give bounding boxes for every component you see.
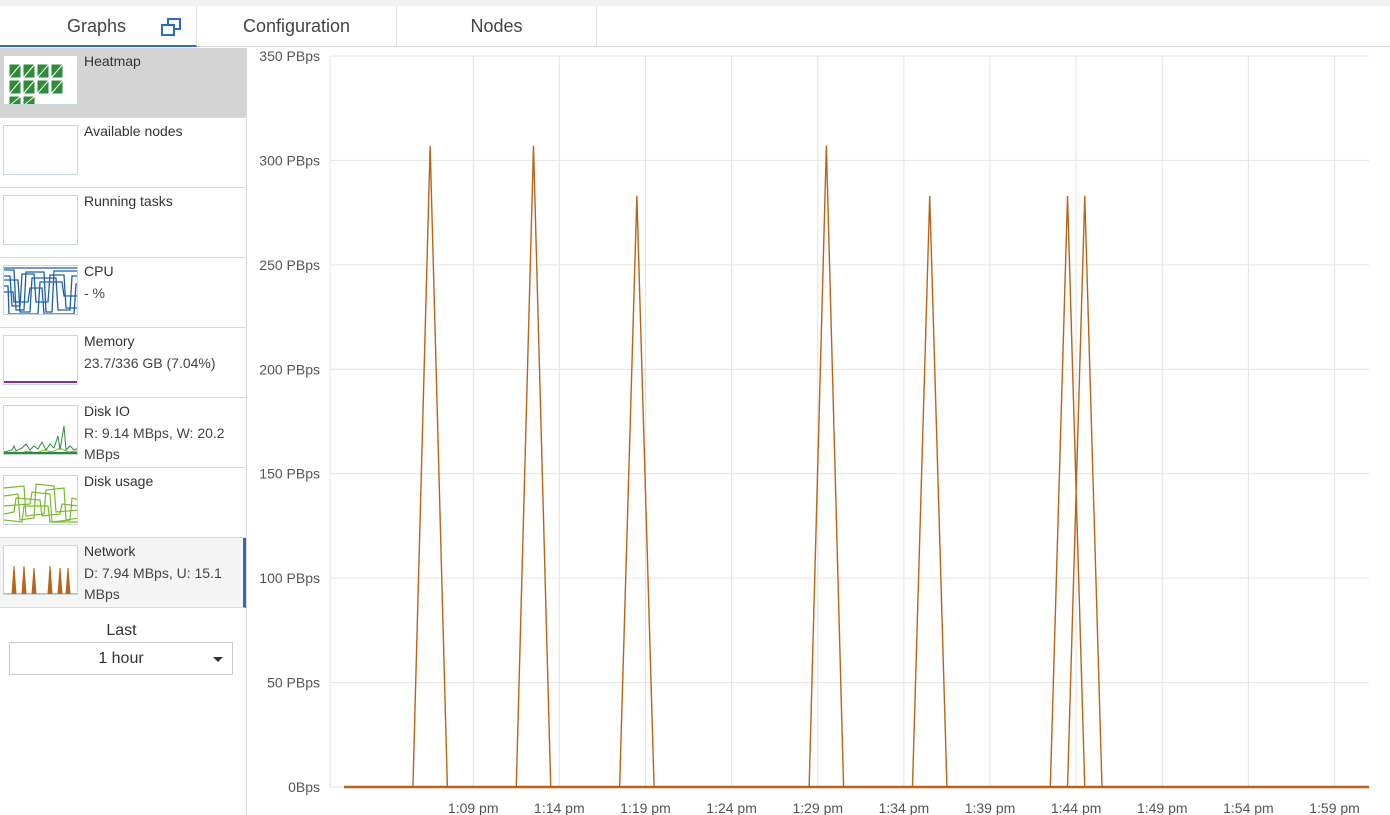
x-tick-label: 1:59 pm [1309, 800, 1360, 815]
x-tick-label: 1:09 pm [448, 800, 499, 815]
tab-bar: Graphs Configuration Nodes [0, 6, 1390, 47]
sidebar-item-cpu[interactable]: CPU - % [0, 258, 246, 328]
chevron-down-icon [213, 657, 223, 662]
sidebar-item-disk-usage[interactable]: Disk usage [0, 468, 246, 538]
sidebar-item-title: Available nodes [84, 123, 183, 139]
running-tasks-thumbnail [3, 195, 78, 245]
sidebar-item-memory[interactable]: Memory 23.7/336 GB (7.04%) [0, 328, 246, 398]
sidebar-item-value: D: 7.94 MBps, U: 15.1 MBps [84, 565, 222, 602]
sidebar-item-title: Network [84, 543, 136, 559]
sidebar-item-value: - % [84, 285, 105, 301]
network-chart-svg: 350 PBps 300 PBps 250 PBps 200 PBps 150 PBps… [259, 48, 1369, 815]
sidebar-item-title: Memory [84, 333, 135, 349]
sidebar-item-title: Running tasks [84, 193, 173, 209]
sidebar-item-available-nodes[interactable]: Available nodes [0, 118, 246, 188]
x-tick-label: 1:19 pm [620, 800, 671, 815]
network-series-line [344, 145, 1369, 788]
y-tick-label: 350 PBps [259, 48, 320, 64]
popout-icon[interactable] [160, 17, 182, 37]
x-tick-label: 1:44 pm [1051, 800, 1102, 815]
graph-sidebar: Heatmap Available nodes Running tasks CP… [0, 48, 247, 815]
sidebar-item-title: Disk IO [84, 403, 130, 419]
sidebar-item-title: Heatmap [84, 53, 141, 69]
time-range-select[interactable]: 1 hour [9, 642, 233, 675]
y-tick-label: 200 PBps [259, 361, 320, 377]
x-tick-label: 1:24 pm [706, 800, 757, 815]
y-tick-label: 50 PBps [267, 675, 320, 691]
network-thumbnail [3, 545, 78, 595]
sidebar-item-running-tasks[interactable]: Running tasks [0, 188, 246, 258]
x-tick-label: 1:14 pm [534, 800, 585, 815]
heatmap-thumbnail [3, 55, 78, 105]
disk-usage-thumbnail [3, 475, 78, 525]
y-tick-label: 300 PBps [259, 152, 320, 168]
x-tick-label: 1:49 pm [1137, 800, 1188, 815]
sidebar-item-heatmap[interactable]: Heatmap [0, 48, 246, 118]
sidebar-item-value: R: 9.14 MBps, W: 20.2 MBps [84, 425, 225, 462]
sidebar-item-value: 23.7/336 GB (7.04%) [84, 355, 216, 371]
time-range-label: Last [106, 622, 137, 639]
time-range-value: 1 hour [98, 649, 144, 667]
y-tick-label: 100 PBps [259, 570, 320, 586]
tab-graphs[interactable]: Graphs [0, 6, 197, 47]
memory-thumbnail [3, 335, 78, 385]
sidebar-item-disk-io[interactable]: Disk IO R: 9.14 MBps, W: 20.2 MBps [0, 398, 246, 468]
tab-nodes-label: Nodes [470, 16, 523, 36]
y-tick-label: 0Bps [288, 779, 320, 795]
tab-nodes[interactable]: Nodes [397, 6, 597, 47]
x-tick-label: 1:29 pm [792, 800, 843, 815]
available-nodes-thumbnail [3, 125, 78, 175]
y-tick-label: 250 PBps [259, 257, 320, 273]
tab-graphs-label: Graphs [67, 16, 127, 36]
x-tick-label: 1:34 pm [879, 800, 930, 815]
network-chart: 350 PBps 300 PBps 250 PBps 200 PBps 150 PBps… [248, 48, 1390, 815]
sidebar-item-title: Disk usage [84, 473, 154, 489]
x-tick-label: 1:54 pm [1223, 800, 1274, 815]
tab-configuration[interactable]: Configuration [197, 6, 397, 47]
y-tick-label: 150 PBps [259, 466, 320, 482]
sidebar-item-title: CPU [84, 263, 114, 279]
x-tick-label: 1:39 pm [965, 800, 1016, 815]
disk-io-thumbnail [3, 405, 78, 455]
tab-configuration-label: Configuration [242, 16, 351, 36]
cpu-thumbnail [3, 265, 78, 315]
sidebar-item-network[interactable]: Network D: 7.94 MBps, U: 15.1 MBps [0, 538, 246, 608]
